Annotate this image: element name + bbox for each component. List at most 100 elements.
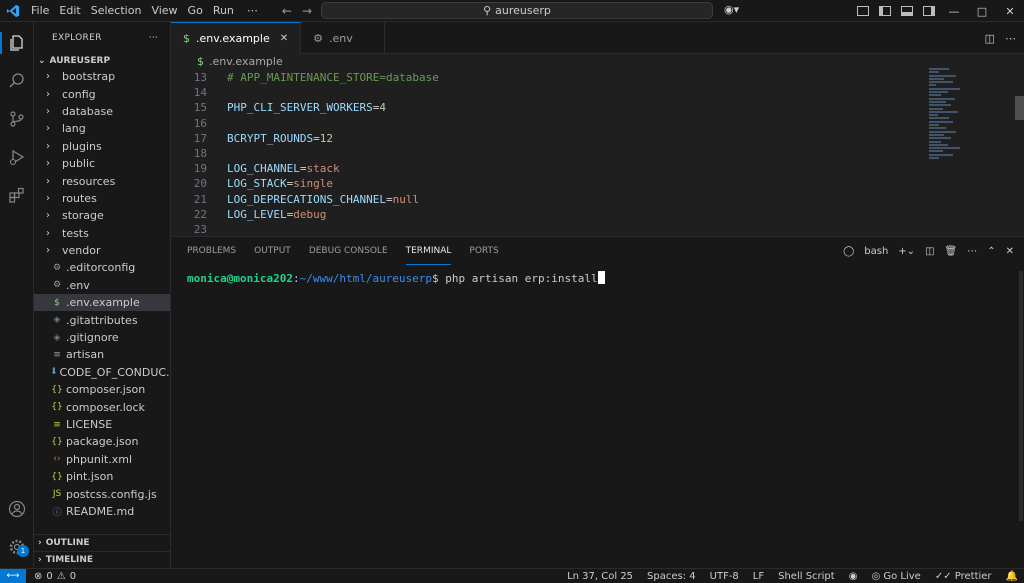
minimap[interactable] <box>929 68 963 188</box>
folder-item[interactable]: › database <box>34 103 170 120</box>
copilot-status-icon[interactable]: ◉ <box>849 571 858 582</box>
panel-tab-output[interactable]: OUTPUT <box>254 237 291 265</box>
tab-env-example[interactable]: $ .env.example ✕ <box>171 22 302 54</box>
terminal-output[interactable]: monica@monica202:~/www/html/aureuserp$ p… <box>171 265 1024 286</box>
editor-more-icon[interactable]: ⋯ <box>1005 32 1016 45</box>
folder-item[interactable]: › config <box>34 85 170 102</box>
close-panel-icon[interactable]: ✕ <box>1006 246 1014 257</box>
line-number: 20 <box>193 177 207 191</box>
minimap-line <box>929 74 957 77</box>
code-view[interactable]: 13 # APP_MAINTENANCE_STORE=database 14 15 PH… <box>171 68 1024 237</box>
maximize-panel-icon[interactable]: ⌃ <box>987 246 995 257</box>
new-terminal-icon[interactable]: +⌄ <box>898 246 915 257</box>
folder-item[interactable]: › lang <box>34 120 170 137</box>
trash-icon[interactable]: 🗑 <box>945 246 958 257</box>
language-mode[interactable]: Shell Script <box>778 571 835 582</box>
folder-item[interactable]: › routes <box>34 190 170 207</box>
close-icon[interactable]: ✕ <box>280 33 288 44</box>
file-item[interactable]: {} composer.lock <box>34 398 170 415</box>
code-token: 4 <box>379 101 386 115</box>
panel-tab-problems[interactable]: PROBLEMS <box>187 237 236 265</box>
menu-item[interactable]: ⋯ <box>239 0 266 22</box>
accounts-icon[interactable] <box>7 499 27 519</box>
file-item[interactable]: ≡ LICENSE <box>34 416 170 433</box>
menu-item[interactable]: Selection <box>86 0 147 22</box>
folder-item[interactable]: › vendor <box>34 242 170 259</box>
split-editor-icon[interactable]: ◫ <box>985 32 995 45</box>
source-control-icon[interactable] <box>7 109 27 129</box>
cursor-position[interactable]: Ln 37, Col 25 <box>567 571 633 582</box>
extensions-icon[interactable] <box>7 185 27 205</box>
end-of-line[interactable]: LF <box>753 571 764 582</box>
warning-icon[interactable]: ⚠ <box>57 571 66 582</box>
file-item[interactable]: {} composer.json <box>34 381 170 398</box>
project-section-header[interactable]: ⌄ AUREUSERP <box>34 54 170 68</box>
file-item[interactable]: {} package.json <box>34 433 170 450</box>
outline-section[interactable]: › OUTLINE <box>34 534 170 551</box>
toggle-panel-icon[interactable] <box>901 6 913 16</box>
file-item[interactable]: ◈ .gitignore <box>34 329 170 346</box>
command-center[interactable]: ⚲ aureuserp <box>321 2 713 19</box>
warning-count[interactable]: 0 <box>70 571 76 582</box>
minimize-icon[interactable]: — <box>940 5 968 18</box>
explorer-icon[interactable] <box>7 33 27 53</box>
search-sidebar-icon[interactable] <box>7 71 27 91</box>
panel-tab-terminal[interactable]: TERMINAL <box>405 237 452 265</box>
file-item[interactable]: ⚙ .env <box>34 277 170 294</box>
panel-tab-debug-console[interactable]: DEBUG CONSOLE <box>309 237 388 265</box>
file-type-icon: ◈ <box>53 332 61 343</box>
go-live-button[interactable]: ◎ Go Live <box>871 571 920 582</box>
toggle-primary-sidebar-icon[interactable] <box>879 6 891 16</box>
error-icon[interactable]: ⊗ <box>34 571 42 582</box>
prettier-button[interactable]: ✓✓ Prettier <box>935 571 992 582</box>
file-item[interactable]: $ .env.example <box>34 294 170 312</box>
menu-item[interactable]: Go <box>183 0 208 22</box>
remote-icon[interactable]: ⟷ <box>0 568 26 583</box>
customize-layout-icon[interactable] <box>857 6 869 16</box>
file-item[interactable]: ‹› phpunit.xml <box>34 451 170 468</box>
back-arrow-icon[interactable]: ← <box>282 4 292 18</box>
error-count[interactable]: 0 <box>46 571 52 582</box>
close-window-icon[interactable]: ✕ <box>996 5 1024 18</box>
tab-label: .env <box>329 31 353 45</box>
copilot-icon[interactable]: ◉▾ <box>724 3 739 16</box>
panel-more-icon[interactable]: ⋯ <box>967 246 977 257</box>
forward-arrow-icon[interactable]: → <box>302 4 312 18</box>
menu-item[interactable]: Edit <box>54 0 85 22</box>
editor-scrollbar[interactable] <box>1015 96 1024 120</box>
terminal-profile-icon[interactable]: ◯ <box>843 246 854 257</box>
encoding[interactable]: UTF-8 <box>710 571 739 582</box>
search-icon: ⚲ <box>483 4 492 17</box>
terminal-scrollbar[interactable] <box>1015 271 1024 521</box>
menu-item[interactable]: Run <box>208 0 239 22</box>
panel-tab-ports[interactable]: PORTS <box>469 237 498 265</box>
terminal-shell-name[interactable]: bash <box>864 246 888 257</box>
folder-item[interactable]: › public <box>34 155 170 172</box>
split-terminal-icon[interactable]: ◫ <box>925 246 934 257</box>
run-debug-icon[interactable] <box>7 147 27 167</box>
tab-env[interactable]: ⚙ .env <box>301 22 386 54</box>
notifications-bell-icon[interactable]: 🔔 <box>1006 571 1018 582</box>
breadcrumb-file[interactable]: .env.example <box>209 55 283 68</box>
file-item[interactable]: ≡ artisan <box>34 346 170 363</box>
menu-item[interactable]: View <box>146 0 182 22</box>
more-actions-icon[interactable]: ⋯ <box>149 33 158 43</box>
file-item[interactable]: ⬇ CODE_OF_CONDUC... <box>34 364 170 381</box>
folder-item[interactable]: › tests <box>34 225 170 242</box>
toggle-secondary-sidebar-icon[interactable] <box>923 6 935 16</box>
bottom-panel: PROBLEMS OUTPUT DEBUG CONSOLE TERMINAL PORTS… <box>171 236 1024 568</box>
file-item[interactable]: ⚙ .editorconfig <box>34 259 170 276</box>
file-item[interactable]: ◈ .gitattributes <box>34 311 170 328</box>
maximize-icon[interactable]: □ <box>968 5 996 18</box>
code-line: 15 PHP_CLI_SERVER_WORKERS=4 <box>171 100 1024 115</box>
folder-item[interactable]: › plugins <box>34 138 170 155</box>
file-item[interactable]: ⓘ README.md <box>34 503 170 520</box>
folder-item[interactable]: › resources <box>34 172 170 189</box>
indentation[interactable]: Spaces: 4 <box>647 571 696 582</box>
folder-item[interactable]: › bootstrap <box>34 68 170 85</box>
file-item[interactable]: JS postcss.config.js <box>34 485 170 502</box>
folder-item[interactable]: › storage <box>34 207 170 224</box>
timeline-section[interactable]: › TIMELINE <box>34 551 170 568</box>
menu-item[interactable]: File <box>26 0 54 22</box>
file-item[interactable]: {} pint.json <box>34 468 170 485</box>
